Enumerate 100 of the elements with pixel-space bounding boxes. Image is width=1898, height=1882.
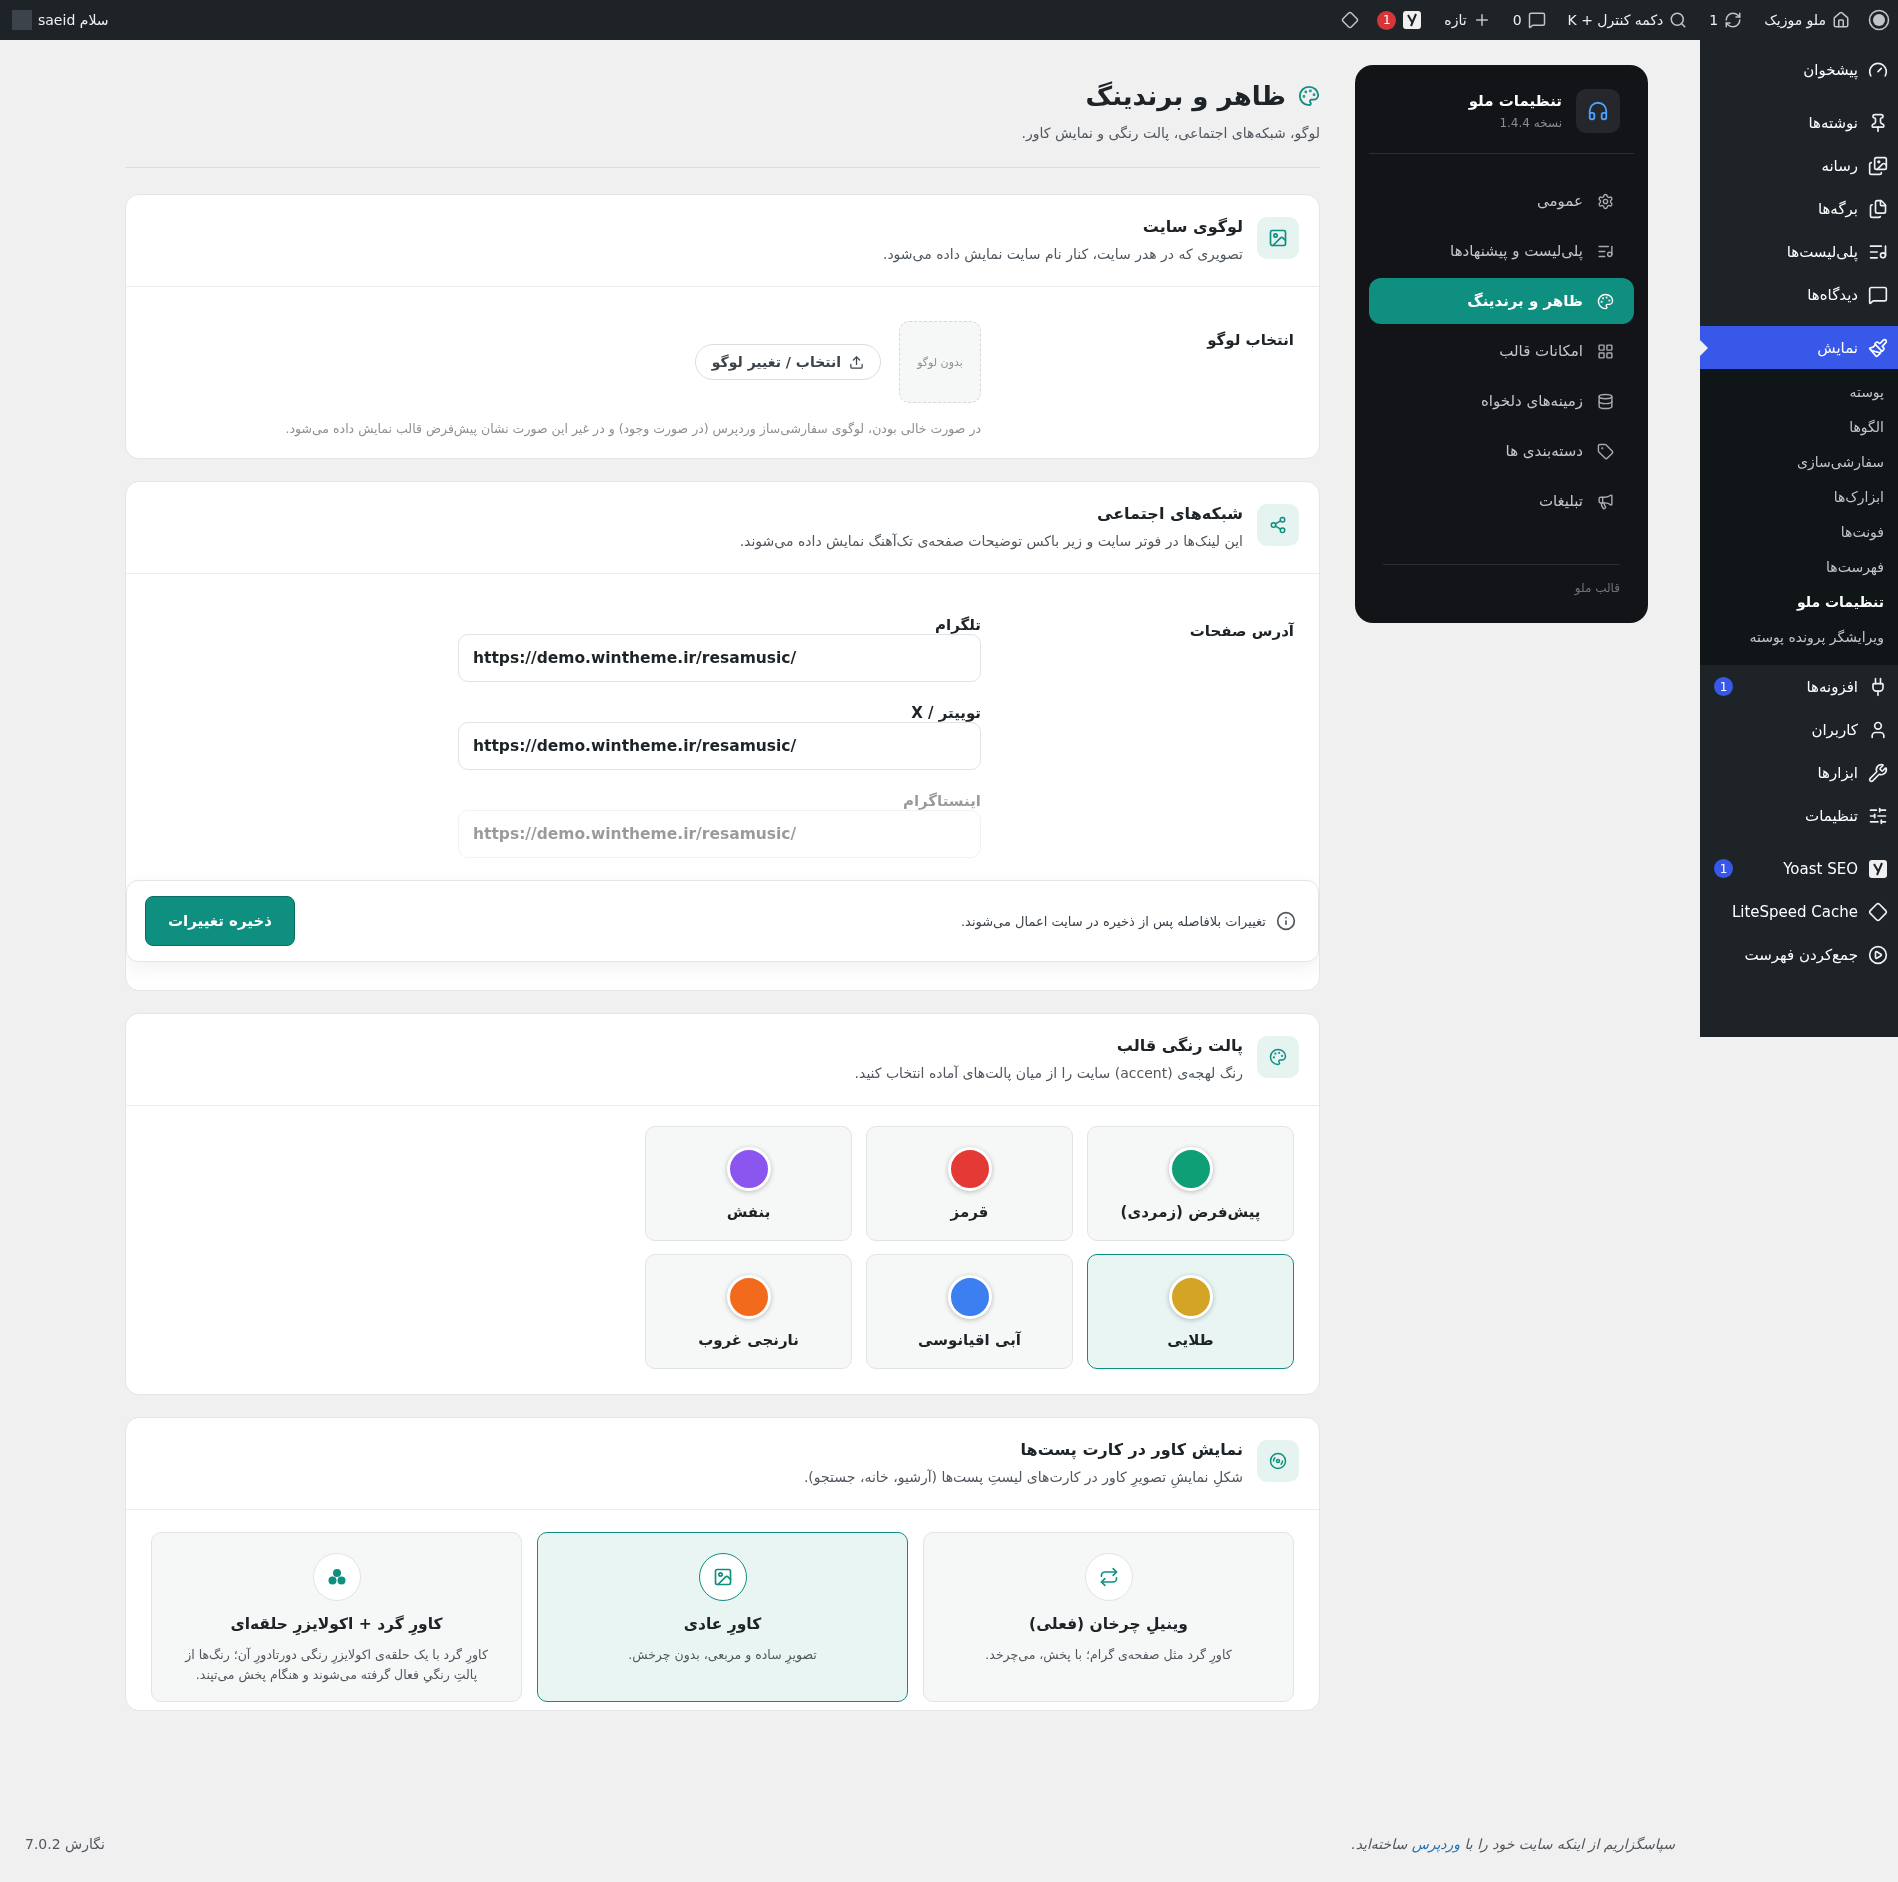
admin-menu-item[interactable]: دیدگاه‌ها [1700,273,1898,316]
house-icon [1832,11,1850,29]
cover-option[interactable]: کاورِ گرد + اکولایزرِ حلقه‌ای کاورِ گرد با یک حلقه‌ی اکولایزرِ رنگی دورتادورِ آن؛ رنگ‌ها از پالتِ رنگیِ فعال گرفته می‌شوند و هنگام پخش می‌تپند. [151,1532,522,1702]
url-input[interactable]: https://demo.wintheme.ir/resamusic/ [458,722,981,770]
palette-option[interactable]: آبی اقیانوسی [866,1254,1073,1369]
settings-nav-item[interactable]: دسته‌بندی ها [1369,428,1634,474]
url-input[interactable]: https://demo.wintheme.ir/resamusic/ [458,634,981,682]
admin-menu-item[interactable]: جمع‌کردن فهرست [1700,933,1898,976]
field-label: اینستاگرام [901,792,981,810]
submenu-item[interactable]: ابزارک‌ها [1700,480,1898,515]
admin-menu-item[interactable]: نوشته‌ها [1700,101,1898,144]
three-circles-icon [326,1567,347,1587]
diamond-icon [1341,11,1360,29]
settings-nav-item[interactable]: زمینه‌های دلخواه [1369,378,1634,424]
palette-icon [1257,1036,1299,1078]
pin-icon [1868,112,1888,133]
palette-option[interactable]: پیش‌فرض (زمردی) [1087,1126,1294,1241]
settings-nav-item[interactable]: عمومی [1369,178,1634,224]
tag-icon [1597,442,1614,460]
card-title: پالت رنگی قالب [1115,1036,1243,1055]
count-badge: 1 [1714,677,1733,696]
share-icon [1257,504,1299,546]
headphones-logo [1576,89,1620,133]
comment-icon [1527,11,1546,29]
palette-name: پیش‌فرض (زمردی) [1120,1202,1261,1221]
save-note: تغییرات بلافاصله پس از ذخیره در سایت اعمال می‌شوند. [960,913,1266,929]
field-label: تلگرام [934,616,981,634]
menu-pointer [1699,338,1708,357]
palette-name: قرمز [950,1202,989,1221]
database-icon [1597,392,1614,410]
wrench-icon [1868,762,1888,783]
admin-menu-item[interactable]: ابزارها [1700,751,1898,794]
diamond-icon [1868,901,1888,922]
cover-option[interactable]: کاورِ عادی تصویرِ ساده و مربعی، بدون چرخش. [537,1532,908,1702]
admin-menu-item[interactable]: رسانه [1700,144,1898,187]
info-icon [1276,911,1296,931]
admin-menu-item[interactable]: LiteSpeed Cache [1700,890,1898,933]
images-icon [1868,155,1888,176]
image-icon [1257,217,1299,259]
updates-link[interactable]: 1 [1705,11,1747,29]
save-button[interactable]: ذخیره تغییرات [145,896,295,946]
cover-option[interactable]: وینیلِ چرخان (فعلی) کاورِ گرد مثل صفحه‌ی گرام؛ با پخش، می‌چرخد. [923,1532,1294,1702]
cover-option-title: کاورِ گرد + اکولایزرِ حلقه‌ای [230,1615,443,1633]
upload-icon [849,354,864,370]
palette-name: طلایی [1167,1330,1214,1349]
count-badge: 1 [1714,859,1733,878]
admin-menu-item[interactable]: پیشخوان [1700,48,1898,91]
palette-option[interactable]: بنفش [645,1126,852,1241]
card-title: لوگوی سایت [1141,217,1243,236]
submenu-item[interactable]: پوسته [1700,375,1898,410]
admin-menu-item[interactable]: پلی‌لیست‌ها [1700,230,1898,273]
submenu-item[interactable]: تنظیمات ملو [1700,585,1898,620]
palette-name: بنفش [726,1202,771,1221]
settings-nav-item[interactable]: تبلیغات [1369,478,1634,524]
admin-menu-item[interactable]: تنظیمات [1700,794,1898,837]
image-icon [712,1567,733,1587]
repeat-icon [1098,1567,1119,1587]
admin-menu-item[interactable]: نمایش [1700,326,1898,369]
submenu-item[interactable]: ویرایشگر پرونده پوسته [1700,620,1898,655]
search-link[interactable]: دکمه کنترل + K [1563,11,1692,29]
site-name-link[interactable]: ملو موزیک [1760,11,1854,29]
cover-option-description: کاورِ گرد با یک حلقه‌ی اکولایزرِ رنگی دورتادورِ آن؛ رنگ‌ها از پالتِ رنگیِ فعال گرفته می‌شوند و هنگام پخش می‌تپند. [183,1646,489,1685]
palette-option[interactable]: قرمز [866,1126,1073,1241]
palette-option[interactable]: طلایی [1087,1254,1294,1369]
palette-name: نارنجی غروب [698,1330,799,1349]
submenu-item[interactable]: فهرست‌ها [1700,550,1898,585]
avatar [12,10,32,30]
admin-menu-item[interactable]: برگه‌ها [1700,187,1898,230]
submenu-item[interactable]: سفارشی‌سازی [1700,445,1898,480]
submenu-item[interactable]: الگوها [1700,410,1898,445]
theme-name-text: قالب ملو [1574,581,1620,595]
version-text: نسخه 1.4.4 [1498,116,1562,130]
new-link[interactable]: تازه [1440,11,1495,29]
page-title: ظاهر و برندینگ [1085,81,1286,111]
admin-menu-item[interactable]: افزونه‌ها [1733,665,1898,708]
refresh-icon [1724,11,1743,29]
card-description: تصویری که در هدر سایت، کنار نام سایت نمایش داده می‌شود. [882,246,1243,262]
version-text: نگارش 7.0.2 [25,1836,105,1852]
card-description: رنگ لهجه‌ی (accent) سایت را از میان پالت‌های آماده انتخاب کنید. [854,1065,1243,1081]
footer-thanks: سپاسگزاریم از اینکه سایت خود را با وردپرس ساخته‌اید. [1351,1836,1675,1852]
field-label: انتخاب لوگو [1205,330,1294,349]
palette-name: آبی اقیانوسی [918,1330,1021,1349]
palette-icon [1597,292,1614,310]
account-link[interactable]: سلام saeid [8,10,113,30]
field-label: آدرس صفحات [1188,621,1294,640]
help-text: در صورت خالی بودن، لوگوی سفارشی‌ساز وردپرس (در صورت وجود) و در غیر این صورت نشان پیش‌فرض قالب نمایش داده می‌شود. [284,421,981,436]
seo-menu-link[interactable]: 1 [1373,10,1427,30]
settings-nav-item[interactable]: امکانات قالب [1369,328,1634,374]
site-logo-icon [1868,9,1890,31]
count-badge: 1 [1377,10,1397,30]
admin-menu-item[interactable]: Yoast SEO [1733,847,1898,890]
search-icon [1669,11,1688,29]
wordpress-link[interactable]: وردپرس [1411,1836,1461,1852]
submenu-item[interactable]: فونت‌ها [1700,515,1898,550]
comments-link[interactable]: 0 [1508,11,1550,29]
settings-nav-item[interactable]: پلی‌لیست و پیشنهادها [1369,228,1634,274]
palette-option[interactable]: نارنجی غروب [645,1254,852,1369]
choose-logo-button[interactable]: انتخاب / تغییر لوگو [694,344,881,380]
settings-nav-item[interactable]: ظاهر و برندینگ [1369,278,1634,324]
admin-menu-item[interactable]: کاربران [1700,708,1898,751]
